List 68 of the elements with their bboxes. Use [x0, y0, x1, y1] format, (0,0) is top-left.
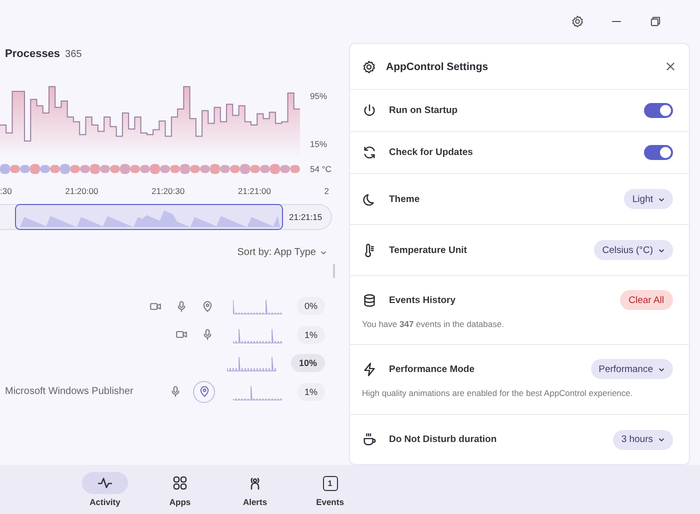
grid-icon [172, 475, 188, 491]
sort-dropdown[interactable]: Sort by: App Type [237, 247, 327, 258]
usage-sparkline [227, 354, 277, 372]
time-label: 21:21:00 [238, 186, 271, 196]
settings-button[interactable] [571, 15, 584, 28]
dropdown[interactable]: 3 hours [613, 430, 673, 450]
setting-label: Performance Mode [389, 364, 476, 375]
toggle-switch[interactable] [644, 103, 673, 118]
setting-label: Run on Startup [389, 105, 459, 116]
lightning-icon [362, 362, 377, 377]
setting-description: High quality animations are enabled for the best AppControl experience. [362, 387, 634, 400]
power-icon [362, 103, 377, 118]
axis-label: 95% [310, 91, 328, 101]
timeline-selection[interactable] [15, 204, 283, 230]
time-label: 2 [324, 186, 329, 196]
clear-all-button[interactable]: Clear All [620, 290, 673, 310]
caret-icon [320, 249, 327, 256]
usage-sparkline [233, 297, 283, 316]
settings-icon [571, 15, 584, 28]
usage-percent: 1% [297, 382, 325, 401]
settings-icon [362, 60, 376, 74]
nav-tab[interactable]: Apps [150, 472, 210, 507]
processes-title: Processes [5, 48, 60, 60]
panel-title: AppControl Settings [386, 60, 490, 72]
setting-description: You have 347 events in the database. [362, 318, 505, 330]
refresh-icon [362, 145, 377, 160]
toggle-switch[interactable] [644, 145, 673, 160]
microphone-icon [168, 385, 182, 398]
nav-tab[interactable]: Activity [75, 472, 135, 507]
database-icon [362, 292, 377, 308]
dropdown[interactable]: Celsius (°C) [594, 240, 673, 260]
caret-icon [658, 366, 665, 373]
dropdown[interactable]: Light [624, 189, 673, 209]
temperature-reading: 54 °C [309, 164, 332, 174]
setting-label: Temperature Unit [389, 244, 468, 256]
usage-percent: 10% [291, 354, 325, 372]
axis-label: 15% [310, 139, 328, 149]
time-label: 21:20:00 [65, 186, 98, 196]
end-time: 21:21:15 [288, 212, 322, 222]
caret-icon [658, 196, 665, 202]
permission-toggle[interactable] [193, 380, 215, 403]
usage-percent: 0% [297, 297, 325, 316]
usage-percent: 1% [297, 326, 325, 344]
scrollbar[interactable] [333, 264, 335, 278]
setting-label: Events History [389, 294, 457, 306]
nav-tab[interactable]: Alerts [225, 472, 285, 507]
caret-icon [658, 436, 665, 444]
setting-label: Do Not Disturb duration [389, 434, 498, 446]
location-pin-icon [198, 385, 210, 398]
maximize-button[interactable] [649, 15, 662, 28]
caret-icon [658, 246, 665, 254]
maximize-icon [649, 15, 662, 28]
pulse-icon [97, 475, 113, 491]
cup-icon [362, 432, 377, 448]
setting-label: Theme [389, 194, 421, 204]
time-label: :30 [0, 186, 12, 196]
moon-icon [362, 192, 377, 206]
dropdown[interactable]: Performance [590, 359, 673, 380]
thermometer-icon [362, 242, 377, 258]
processes-count: 365 [65, 49, 82, 60]
time-label: 21:20:30 [151, 186, 185, 196]
microphone-icon [200, 328, 214, 342]
nav-tab[interactable]: 1 Events [300, 472, 360, 507]
app-name: Microsoft Windows Publisher [4, 386, 134, 398]
setting-label: Check for Updates [389, 147, 474, 158]
location-pin-icon [200, 300, 214, 313]
events-count-badge: 1 [322, 476, 338, 490]
microphone-icon [174, 300, 188, 313]
